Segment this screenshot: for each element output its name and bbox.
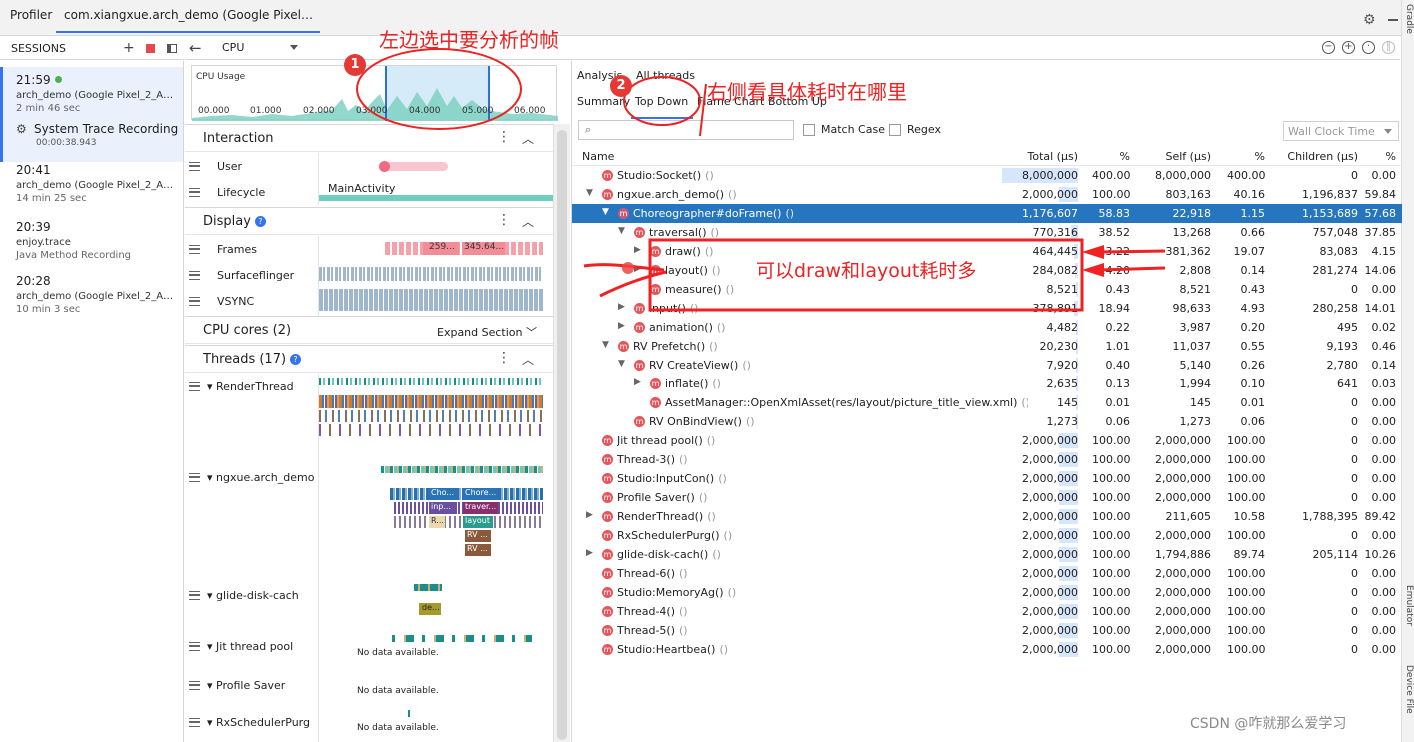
annotation-dot xyxy=(622,262,634,274)
annotation-arrow xyxy=(1099,249,1166,254)
annotation-badge-1: 1 xyxy=(344,54,366,76)
annotation-arrowhead xyxy=(1082,245,1104,259)
watermark: CSDN @咋就那么爱学习 xyxy=(1190,716,1347,732)
annotation-arrow xyxy=(1099,266,1166,272)
annotation-arrowhead xyxy=(1082,263,1104,277)
annotation-text-3: 可以draw和layout耗时多 xyxy=(756,260,977,282)
annotation-badge-2: 2 xyxy=(610,75,632,97)
annotation-text-1: 左边选中要分析的帧 xyxy=(379,28,559,52)
selection-circle xyxy=(356,48,522,130)
annotation-arrow xyxy=(699,83,707,137)
topdown-circle xyxy=(623,76,701,126)
annotation-overlay xyxy=(356,48,1166,312)
annotation-text-2: 右侧看具体耗时在哪里 xyxy=(707,80,907,104)
